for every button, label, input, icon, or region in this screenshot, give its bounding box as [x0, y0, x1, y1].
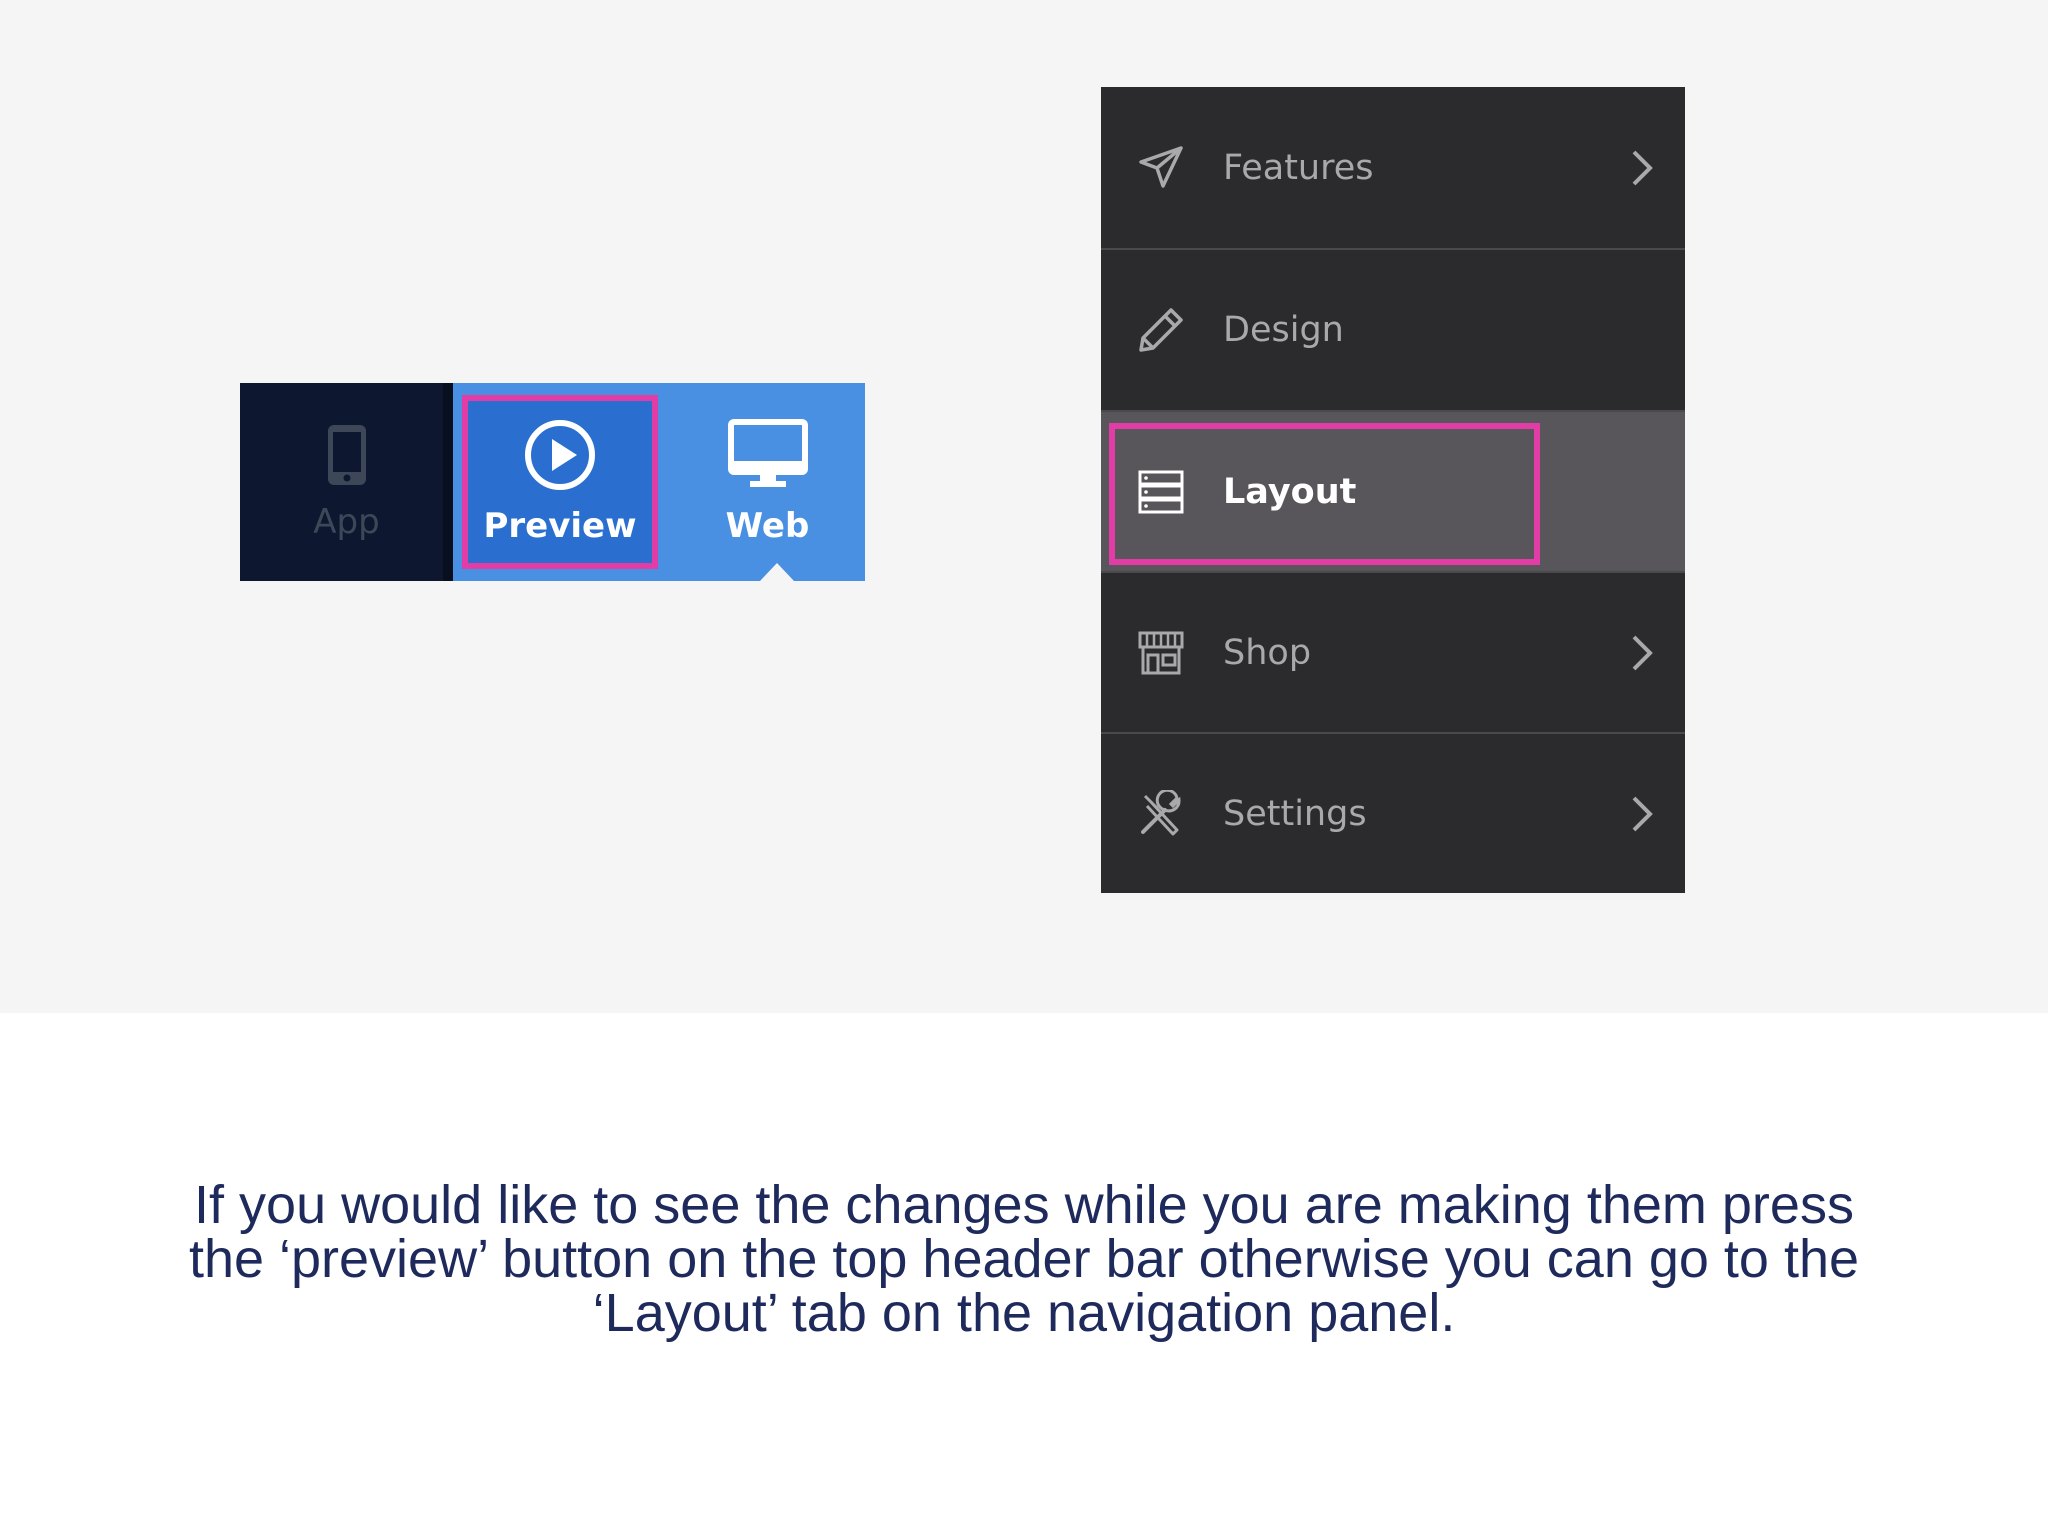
header-toolbar: App Preview Web	[240, 383, 865, 581]
layout-rows-icon	[1135, 466, 1187, 518]
nav-item-shop[interactable]: Shop	[1101, 571, 1685, 732]
nav-item-settings[interactable]: Settings	[1101, 732, 1685, 893]
active-indicator-caret	[760, 563, 794, 581]
instruction-caption: If you would like to see the changes whi…	[188, 1175, 1860, 1343]
web-button-label: Web	[725, 505, 810, 546]
app-button[interactable]: App	[240, 383, 453, 581]
navigation-panel: Features Design Layout Shop Settings	[1101, 87, 1685, 893]
monitor-icon	[727, 418, 808, 496]
storefront-icon	[1135, 627, 1187, 679]
app-button-label: App	[313, 501, 380, 542]
nav-item-features[interactable]: Features	[1101, 87, 1685, 248]
nav-item-label: Design	[1223, 309, 1344, 350]
chevron-right-icon	[1627, 148, 1657, 188]
chevron-right-icon	[1627, 794, 1657, 834]
paper-plane-icon	[1135, 142, 1187, 194]
nav-item-design[interactable]: Design	[1101, 248, 1685, 409]
tools-icon	[1135, 788, 1187, 840]
nav-item-layout[interactable]: Layout	[1101, 410, 1685, 571]
nav-item-label: Layout	[1223, 471, 1357, 512]
play-circle-icon	[524, 419, 596, 496]
web-button[interactable]: Web	[670, 383, 865, 581]
pencil-icon	[1135, 304, 1187, 356]
chevron-right-icon	[1627, 633, 1657, 673]
nav-item-label: Settings	[1223, 793, 1367, 834]
phone-icon	[326, 423, 368, 492]
nav-item-label: Features	[1223, 147, 1374, 188]
nav-item-label: Shop	[1223, 632, 1312, 673]
preview-button[interactable]: Preview	[462, 395, 658, 569]
preview-button-label: Preview	[483, 505, 637, 546]
